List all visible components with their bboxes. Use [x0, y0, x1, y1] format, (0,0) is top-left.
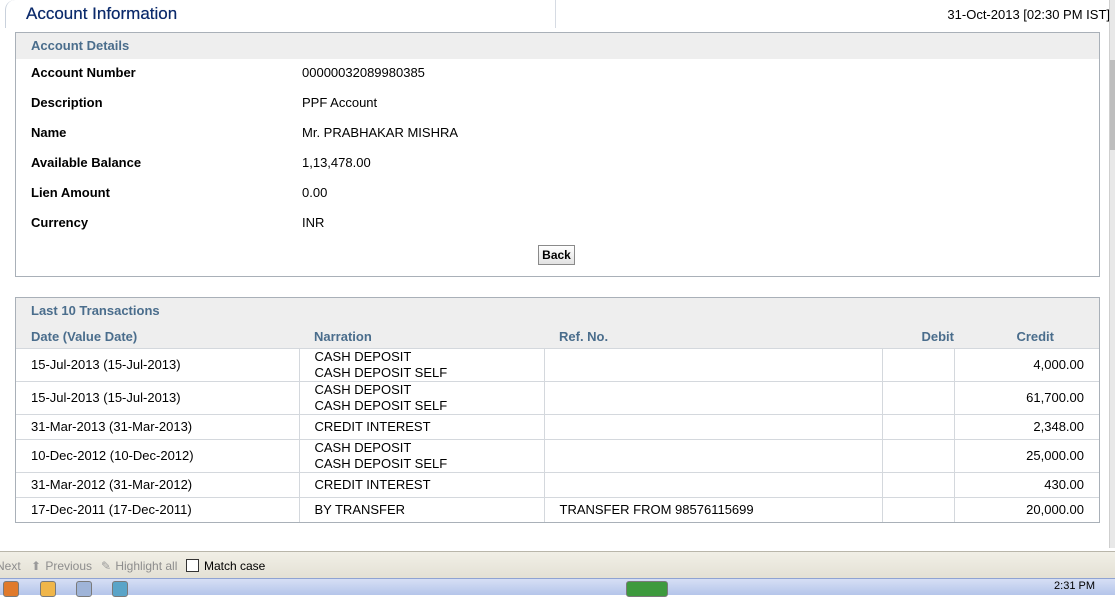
ref-cell: [543, 439, 882, 473]
globe-icon[interactable]: [112, 581, 128, 597]
narration-line: CASH DEPOSIT SELF: [314, 398, 448, 413]
credit-cell: 25,000.00: [953, 439, 1099, 473]
date-cell: 31-Mar-2012 (31-Mar-2012): [16, 472, 299, 498]
narration-line: CREDIT INTEREST: [314, 419, 431, 434]
narration-cell: CASH DEPOSIT CASH DEPOSIT SELF: [298, 439, 544, 473]
table-row: 17-Dec-2011 (17-Dec-2011) BY TRANSFER TR…: [16, 497, 1099, 522]
table-row: 31-Mar-2013 (31-Mar-2013) CREDIT INTERES…: [16, 414, 1099, 440]
match-case-checkbox[interactable]: [186, 559, 199, 572]
narration-cell: CREDIT INTEREST: [298, 472, 544, 498]
ref-cell: [543, 348, 882, 382]
ref-cell: TRANSFER FROM 98576115699: [543, 497, 882, 522]
detail-label: Available Balance: [31, 155, 142, 170]
table-row: 31-Mar-2012 (31-Mar-2012) CREDIT INTERES…: [16, 472, 1099, 498]
date-cell: 31-Mar-2013 (31-Mar-2013): [16, 414, 299, 440]
firefox-icon[interactable]: [3, 581, 19, 597]
table-row: 15-Jul-2013 (15-Jul-2013) CASH DEPOSIT CA…: [16, 381, 1099, 415]
detail-value: PPF Account: [302, 95, 378, 110]
date-cell: 15-Jul-2013 (15-Jul-2013): [16, 348, 299, 382]
detail-value: INR: [302, 215, 325, 230]
column-header-credit: Credit: [954, 324, 1099, 349]
narration-cell: CREDIT INTEREST: [298, 414, 544, 440]
credit-cell: 430.00: [953, 472, 1099, 498]
highlight-all-button[interactable]: ✎ Highlight all: [100, 559, 177, 573]
app-icon[interactable]: [76, 581, 92, 597]
debit-cell: [881, 381, 954, 415]
detail-label: Currency: [31, 215, 89, 230]
narration-cell: CASH DEPOSIT CASH DEPOSIT SELF: [298, 348, 544, 382]
column-header-date: Date (Value Date): [16, 324, 299, 349]
date-cell: 10-Dec-2012 (10-Dec-2012): [16, 439, 299, 473]
taskbar: 2:31 PM: [0, 578, 1115, 597]
ref-cell: [543, 472, 882, 498]
debit-cell: [881, 348, 954, 382]
narration-line: BY TRANSFER: [314, 502, 406, 517]
current-datetime: 31-Oct-2013 [02:30 PM IST]: [947, 7, 1110, 22]
table-header-row: Date (Value Date) Narration Ref. No. Deb…: [16, 324, 1099, 349]
column-header-narration: Narration: [299, 324, 544, 349]
narration-line: CASH DEPOSIT: [314, 440, 412, 455]
match-case-label[interactable]: Match case: [204, 559, 265, 573]
ref-cell: [543, 381, 882, 415]
scrollbar-thumb[interactable]: [1110, 60, 1115, 150]
page-header: Account Information 31-Oct-2013 [02:30 P…: [0, 0, 1115, 30]
highlight-all-label: Highlight all: [115, 559, 178, 573]
column-header-ref-no: Ref. No.: [544, 324, 882, 349]
narration-line: CASH DEPOSIT: [314, 382, 412, 397]
debit-cell: [881, 497, 954, 522]
detail-label: Name: [31, 125, 67, 140]
credit-cell: 20,000.00: [953, 497, 1099, 522]
column-header-debit: Debit: [882, 324, 954, 349]
highlighter-icon: ✎: [100, 559, 112, 573]
narration-line: CREDIT INTEREST: [314, 477, 431, 492]
account-details-panel: Account Details Account Number 000000320…: [15, 32, 1100, 277]
debit-cell: [881, 472, 954, 498]
table-row: 15-Jul-2013 (15-Jul-2013) CASH DEPOSIT CA…: [16, 348, 1099, 382]
find-previous-label: Previous: [45, 559, 93, 573]
app-icon[interactable]: [40, 581, 56, 597]
find-next-button[interactable]: Next: [0, 559, 21, 573]
narration-cell: CASH DEPOSIT CASH DEPOSIT SELF: [298, 381, 544, 415]
debit-cell: [881, 439, 954, 473]
find-bar: Next ⬆ Previous ✎ Highlight all Match ca…: [0, 551, 1115, 579]
page-title: Account Information: [26, 4, 178, 23]
detail-label: Description: [31, 95, 103, 110]
narration-line: CASH DEPOSIT: [314, 349, 412, 364]
detail-value: 1,13,478.00: [302, 155, 371, 170]
detail-label: Account Number: [31, 65, 136, 80]
credit-cell: 61,700.00: [953, 381, 1099, 415]
transactions-table: Date (Value Date) Narration Ref. No. Deb…: [16, 324, 1099, 522]
transactions-panel: Last 10 Transactions Date (Value Date) N…: [15, 297, 1100, 523]
detail-value: 00000032089980385: [302, 65, 425, 80]
account-details-heading: Account Details: [16, 33, 1099, 59]
ref-cell: [543, 414, 882, 440]
detail-label: Lien Amount: [31, 185, 110, 200]
date-cell: 15-Jul-2013 (15-Jul-2013): [16, 381, 299, 415]
narration-cell: BY TRANSFER: [298, 497, 544, 522]
find-previous-button[interactable]: ⬆ Previous: [30, 559, 92, 573]
table-row: 10-Dec-2012 (10-Dec-2012) CASH DEPOSIT CA…: [16, 439, 1099, 473]
detail-value: Mr. PRABHAKAR MISHRA: [302, 125, 459, 140]
credit-cell: 2,348.00: [953, 414, 1099, 440]
find-next-label: Next: [0, 559, 21, 573]
back-button[interactable]: Back: [538, 245, 575, 265]
taskbar-clock: 2:31 PM: [1054, 580, 1095, 592]
narration-line: CASH DEPOSIT SELF: [314, 365, 448, 380]
narration-line: CASH DEPOSIT SELF: [314, 456, 448, 471]
credit-cell: 4,000.00: [953, 348, 1099, 382]
debit-cell: [881, 414, 954, 440]
page-scrollbar[interactable]: [1109, 0, 1115, 548]
detail-value: 0.00: [302, 185, 328, 200]
app-icon[interactable]: [626, 581, 668, 597]
date-cell: 17-Dec-2011 (17-Dec-2011): [16, 497, 299, 522]
arrow-up-icon: ⬆: [30, 559, 42, 573]
transactions-heading: Last 10 Transactions: [16, 298, 1099, 324]
